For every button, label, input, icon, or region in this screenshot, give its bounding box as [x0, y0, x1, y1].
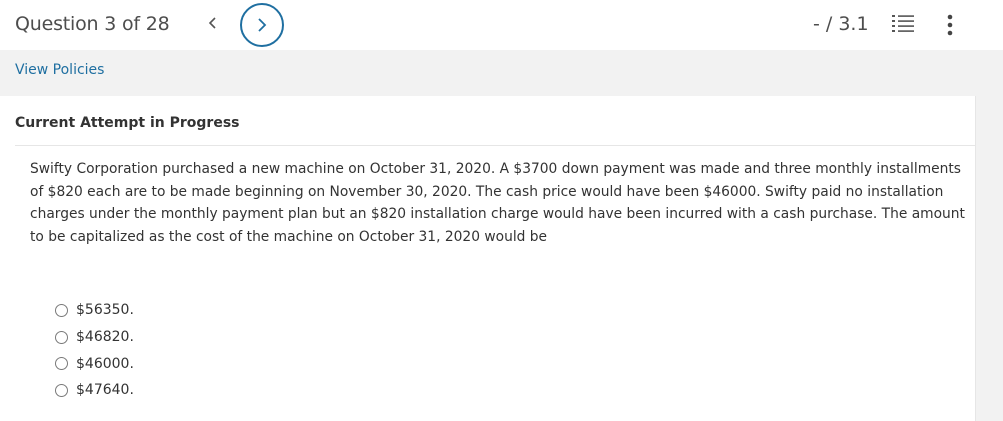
radio-button[interactable] — [55, 303, 68, 317]
answer-option-label: $46000. — [76, 355, 134, 372]
top-bar: Question 3 of 28 - / 3.1 — [0, 0, 1003, 50]
question-counter: Question 3 of 28 — [15, 13, 170, 35]
next-question-button[interactable] — [240, 3, 284, 47]
vertical-ellipsis-icon — [947, 14, 953, 36]
radio-button[interactable] — [55, 383, 68, 397]
chevron-right-icon — [258, 18, 267, 32]
answer-option-label: $46820. — [76, 329, 134, 346]
radio-button[interactable] — [55, 357, 68, 371]
answer-options: $56350. $46820. $46000. $47640. — [55, 297, 134, 404]
answer-option-label: $56350. — [76, 302, 134, 319]
answer-option[interactable]: $56350. — [55, 297, 134, 324]
attempt-heading: Current Attempt in Progress — [15, 115, 240, 131]
score-display: - / 3.1 — [813, 13, 869, 35]
divider — [15, 145, 975, 146]
question-panel: Current Attempt in Progress Swifty Corpo… — [0, 96, 976, 421]
question-text: Swifty Corporation purchased a new machi… — [30, 161, 965, 245]
answer-option-label: $47640. — [76, 382, 134, 399]
previous-question-button[interactable] — [204, 15, 222, 35]
policies-bar: View Policies — [0, 50, 1003, 96]
answer-option[interactable]: $46820. — [55, 324, 134, 351]
answer-option[interactable]: $47640. — [55, 377, 134, 404]
chevron-left-icon — [208, 17, 216, 29]
more-options-button[interactable] — [946, 13, 954, 37]
radio-button[interactable] — [55, 330, 68, 344]
answer-option[interactable]: $46000. — [55, 350, 134, 377]
view-policies-link[interactable]: View Policies — [15, 62, 104, 78]
numbered-list-icon — [892, 15, 914, 32]
question-list-button[interactable] — [892, 14, 914, 34]
